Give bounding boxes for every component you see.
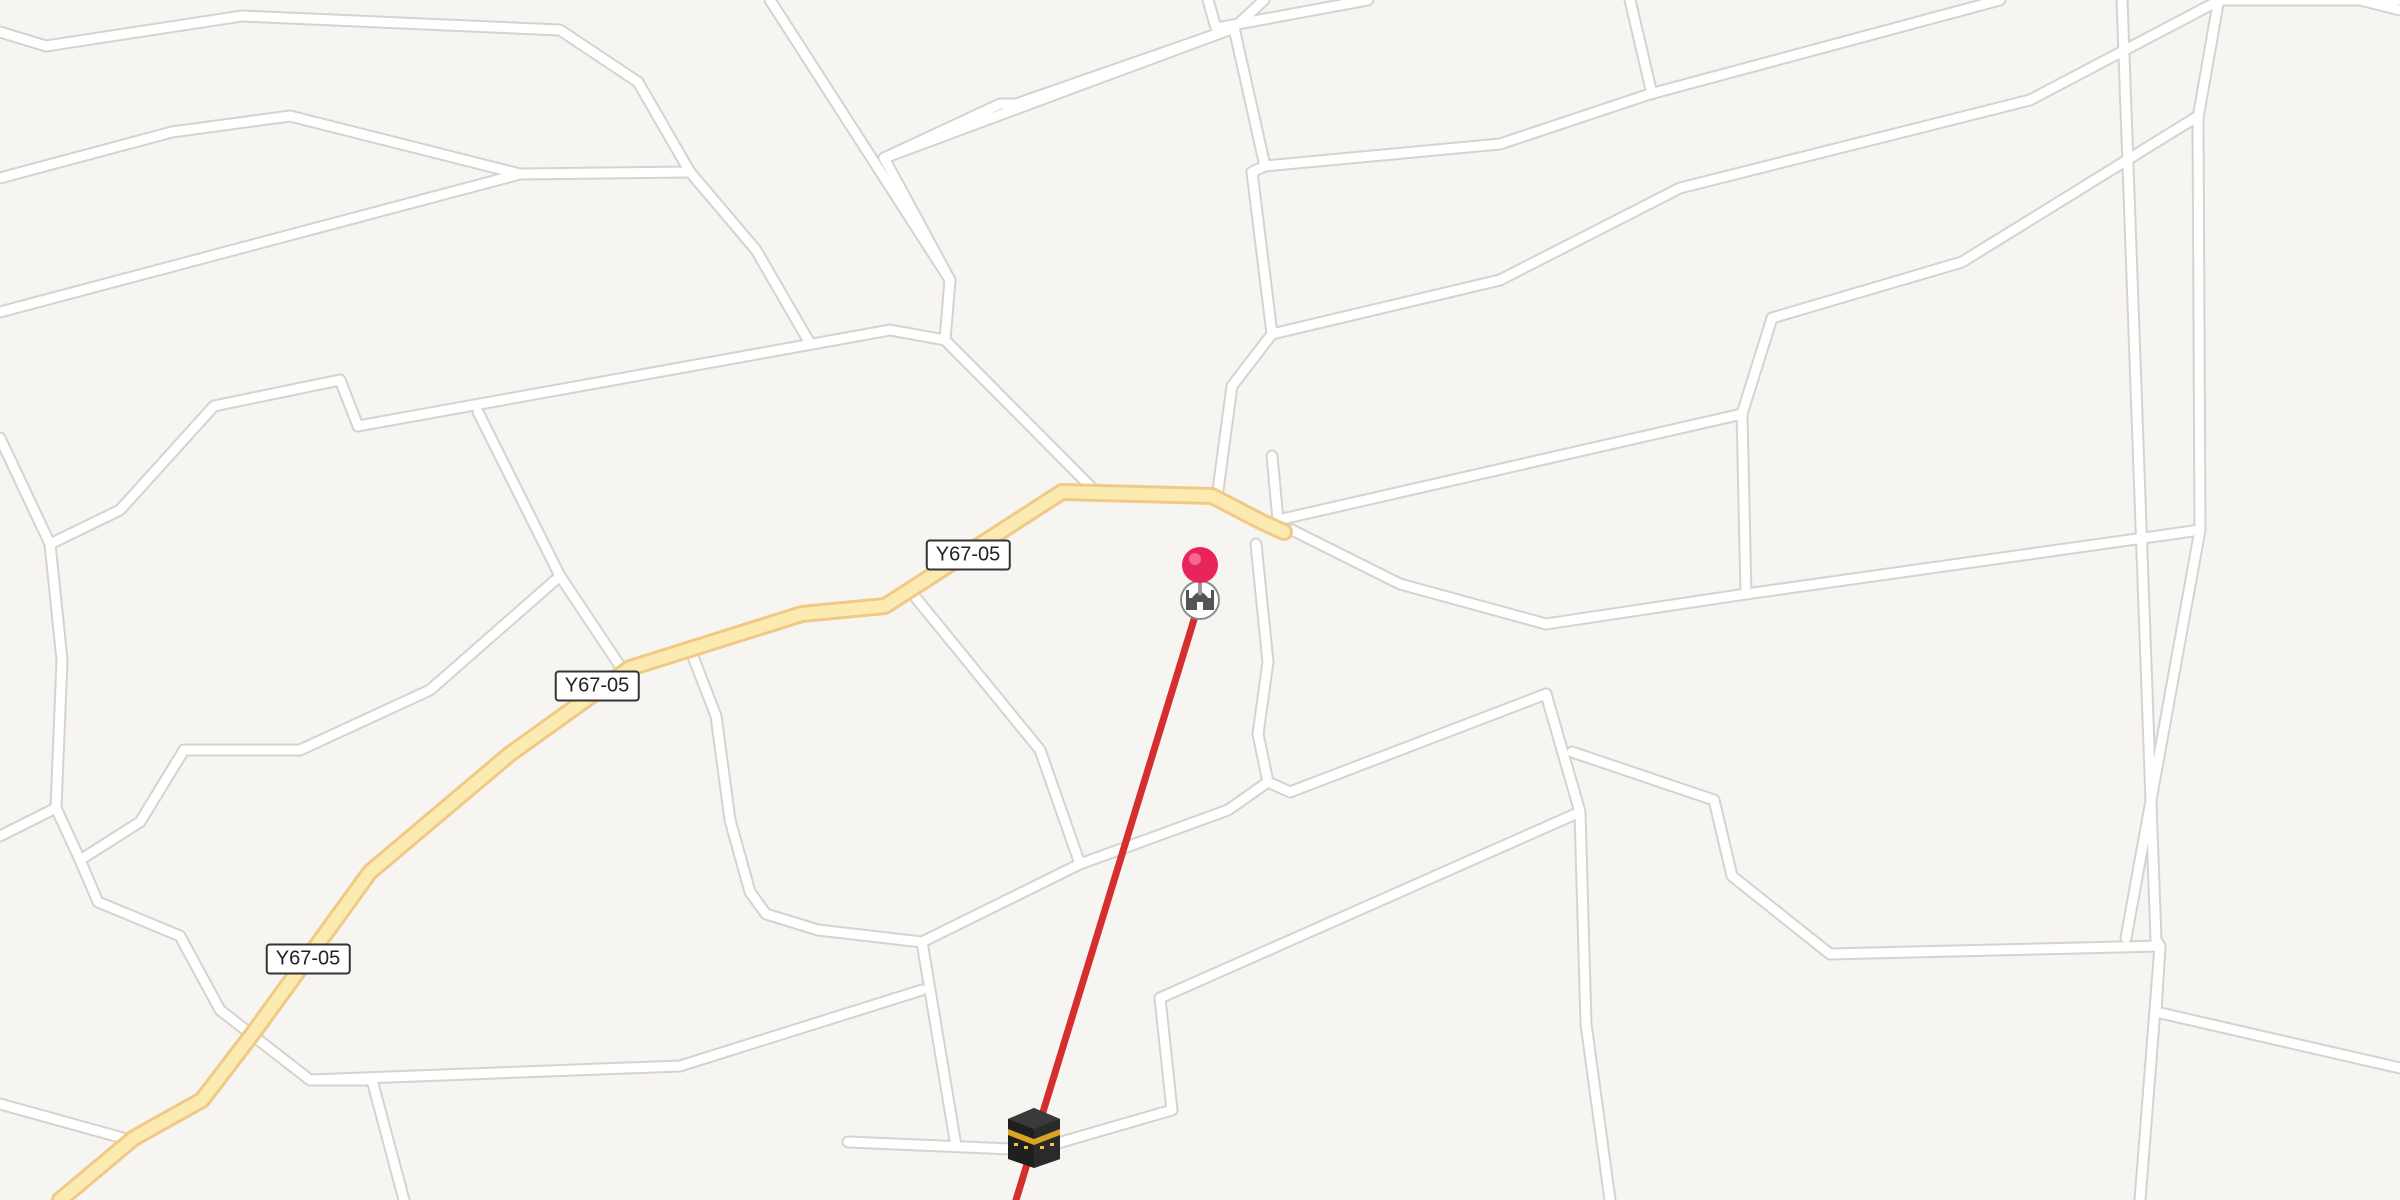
road-segment xyxy=(0,1099,135,1145)
road-segment xyxy=(0,169,525,317)
road-segment xyxy=(940,335,1103,499)
road-segment xyxy=(51,803,85,865)
major-road-segment xyxy=(54,486,1290,1200)
road-casing xyxy=(685,647,1275,949)
map-canvas[interactable]: Y67-05 Y67-05 Y67-05 xyxy=(0,0,2400,1200)
road-label-y67-05: Y67-05 xyxy=(554,670,640,702)
road-segment xyxy=(1287,525,1551,629)
map-layer xyxy=(0,0,2400,1200)
road-segment xyxy=(353,0,955,431)
road-casing xyxy=(351,0,957,433)
road-segment xyxy=(1541,589,1751,629)
road-segment xyxy=(45,375,363,549)
road-casing xyxy=(1565,745,2167,1200)
major-road-casing xyxy=(51,483,1293,1200)
road-label-y67-05: Y67-05 xyxy=(925,539,1011,571)
road-segment xyxy=(917,937,961,1151)
road-segment xyxy=(305,1075,409,1200)
road-label-y67-05: Y67-05 xyxy=(265,943,351,975)
road-segment xyxy=(843,539,1585,1155)
road-segment xyxy=(1737,409,1751,599)
road-segment xyxy=(1267,451,1283,525)
road-casing xyxy=(909,591,1087,871)
road-casing xyxy=(2149,939,2400,1075)
road-segment xyxy=(879,23,1239,163)
kaaba-icon[interactable] xyxy=(1008,1108,1060,1168)
road-segment xyxy=(473,407,565,581)
major-road-y67-05 xyxy=(51,483,1293,1200)
road-segment xyxy=(1625,0,1657,99)
road-segment xyxy=(1567,747,2165,1200)
road-segment xyxy=(75,571,927,1085)
road-casing xyxy=(841,537,1587,1157)
road-casing xyxy=(73,569,929,1087)
road-segment xyxy=(687,649,1273,947)
road-segment xyxy=(2151,941,2400,1073)
